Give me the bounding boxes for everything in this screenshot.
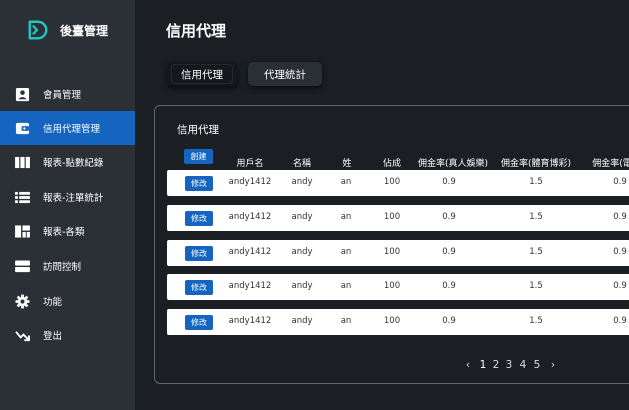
sidebar-item-label: 會員管理 (43, 90, 82, 101)
brand[interactable]: 後臺管理 (27, 17, 108, 43)
cell-surname: an (340, 316, 352, 326)
cell-commission-elec: 0.9 (613, 247, 627, 257)
account-box-icon (14, 86, 30, 102)
pagination-next-icon[interactable]: › (551, 359, 555, 371)
cell-surname: an (340, 281, 352, 291)
cell-surname: an (340, 212, 352, 222)
cell-share: 100 (383, 177, 401, 187)
sidebar-item-label: 信用代理管理 (43, 124, 101, 135)
sidebar-item-member-management[interactable]: 會員管理 (0, 77, 135, 111)
pagination-prev-icon[interactable]: ‹ (466, 359, 470, 371)
cell-commission-live: 0.9 (442, 316, 456, 326)
card-title: 信用代理 (177, 124, 219, 136)
cell-username: andy1412 (228, 316, 272, 326)
sidebar-item-report-points[interactable]: 報表-點數紀錄 (0, 145, 135, 179)
cell-share: 100 (383, 316, 401, 326)
cell-username: andy1412 (228, 212, 272, 222)
cell-username: andy1412 (228, 177, 272, 187)
table-row: 修改 andy1412 andy an 100 0.9 1.5 0.9 (167, 309, 629, 335)
cell-username: andy1412 (228, 281, 272, 291)
column-header-username: 用戶名 (236, 159, 264, 169)
edit-button[interactable]: 修改 (185, 176, 213, 191)
column-header-commission-sports: 佣金率(體育博彩) (500, 159, 572, 169)
cell-share: 100 (383, 281, 401, 291)
edit-button[interactable]: 修改 (185, 315, 213, 330)
edit-button[interactable]: 修改 (185, 246, 213, 261)
cell-username: andy1412 (228, 247, 272, 257)
sidebar-item-functions[interactable]: 功能 (0, 284, 135, 318)
cell-commission-elec: 0.9 (613, 316, 627, 326)
edit-button[interactable]: 修改 (185, 280, 213, 295)
agent-table-card: 信用代理 創建 用戶名 名稱 姓 佔成 佣金率(真人娛樂) 佣金率(體育博彩) … (154, 105, 629, 384)
cell-name: andy (291, 247, 313, 257)
edit-button[interactable]: 修改 (185, 211, 213, 226)
sidebar-item-credit-agent-management[interactable]: 信用代理管理 (0, 111, 135, 145)
cell-name: andy (291, 212, 313, 222)
brand-name: 後臺管理 (60, 23, 109, 38)
cell-commission-sports: 1.5 (529, 316, 543, 326)
list-icon (14, 189, 30, 205)
column-header-commission-elec: 佣金率(電 (592, 159, 629, 169)
logo-icon (28, 20, 48, 40)
sidebar-item-label: 報表-點數紀錄 (43, 158, 104, 169)
sidebar: 後臺管理 會員管理 信用代理管理 報表-點數紀錄 報表-注單統計 報表-各類 訪… (0, 0, 135, 410)
cell-commission-sports: 1.5 (529, 281, 543, 291)
storage-icon (14, 258, 30, 274)
cell-share: 100 (383, 247, 401, 257)
cell-name: andy (291, 316, 313, 326)
table-row: 修改 andy1412 andy an 100 0.9 1.5 0.9 (167, 205, 629, 231)
tab-agent-statistics[interactable]: 代理統計 (248, 62, 322, 86)
table-row: 修改 andy1412 andy an 100 0.9 1.5 0.9 (167, 170, 629, 196)
sidebar-item-report-bets[interactable]: 報表-注單統計 (0, 180, 135, 214)
page-title: 信用代理 (166, 22, 227, 40)
cell-name: andy (291, 177, 313, 187)
sidebar-item-label: 訪問控制 (43, 262, 82, 273)
cell-name: andy (291, 281, 313, 291)
tab-credit-agent[interactable]: 信用代理 (167, 62, 237, 86)
cell-commission-live: 0.9 (442, 177, 456, 187)
wallet-icon (14, 120, 30, 136)
cell-commission-elec: 0.9 (613, 281, 627, 291)
gear-icon (14, 293, 30, 309)
logout-arrow-icon (14, 327, 30, 343)
create-button[interactable]: 創建 (184, 149, 213, 164)
pagination-page-4[interactable]: 4 (520, 359, 527, 371)
pagination-page-2[interactable]: 2 (493, 359, 500, 371)
sidebar-item-label: 功能 (43, 297, 63, 308)
columns-icon (14, 154, 30, 170)
cell-commission-live: 0.9 (442, 212, 456, 222)
cell-surname: an (340, 177, 352, 187)
column-header-share: 佔成 (382, 159, 402, 169)
cell-commission-live: 0.9 (442, 281, 456, 291)
cell-commission-live: 0.9 (442, 247, 456, 257)
pagination-page-3[interactable]: 3 (506, 359, 513, 371)
sidebar-item-report-misc[interactable]: 報表-各類 (0, 214, 135, 248)
pagination-page-1[interactable]: 1 (480, 359, 487, 371)
cell-commission-elec: 0.9 (613, 212, 627, 222)
table-row: 修改 andy1412 andy an 100 0.9 1.5 0.9 (167, 240, 629, 266)
column-header-surname: 姓 (342, 159, 352, 169)
cell-commission-sports: 1.5 (529, 212, 543, 222)
sidebar-item-label: 登出 (43, 331, 63, 342)
cell-commission-sports: 1.5 (529, 247, 543, 257)
sidebar-item-label: 報表-注單統計 (43, 193, 104, 204)
dashboard-icon (14, 223, 30, 239)
table-row: 修改 andy1412 andy an 100 0.9 1.5 0.9 (167, 274, 629, 300)
cell-commission-sports: 1.5 (529, 177, 543, 187)
cell-commission-elec: 0.9 (613, 177, 627, 187)
sidebar-item-label: 報表-各類 (43, 227, 85, 238)
pagination-page-5[interactable]: 5 (534, 359, 541, 371)
column-header-commission-live: 佣金率(真人娛樂) (417, 159, 489, 169)
cell-share: 100 (383, 212, 401, 222)
cell-surname: an (340, 247, 352, 257)
column-header-name: 名稱 (292, 159, 312, 169)
sidebar-item-access-control[interactable]: 訪問控制 (0, 249, 135, 283)
sidebar-item-logout[interactable]: 登出 (0, 318, 135, 352)
